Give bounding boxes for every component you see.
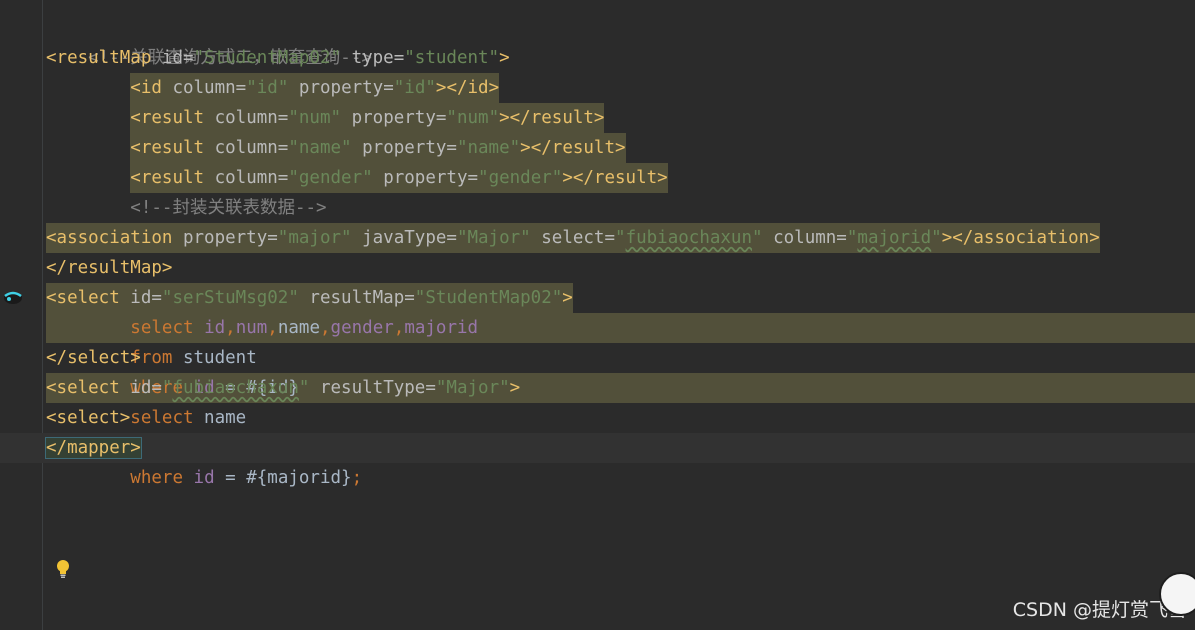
code-editor[interactable]: <!--关联查询方式二，嵌套查询--> <resultMap id="Stude… [0, 13, 1195, 488]
xml-value-reference[interactable]: majorid [857, 228, 931, 248]
code-line: where id = #{majorid}; [130, 468, 363, 488]
highlight-span: <association property="major" javaType="… [46, 223, 1100, 253]
highlight-span: <result column="num" property="num"></re… [130, 103, 605, 133]
highlight-span: <id column="id" property="id"></id> [130, 73, 500, 103]
highlight-span: <result column="gender" property="gender… [130, 163, 668, 193]
select-block: <select id="fubiaochaxun" resultType="Ma… [46, 373, 1195, 488]
highlight-span: <select id="serStuMsg02" resultMap="Stud… [46, 283, 573, 313]
code-line: <select id="serStuMsg02" resultMap="Stud… [46, 283, 1195, 313]
matched-tag: </mapper> [45, 437, 142, 459]
xml-tag: </select> [46, 348, 141, 368]
avatar [1159, 572, 1195, 616]
code-line: <resultMap id="StudentMap02" type="stude… [46, 43, 1195, 73]
lightbulb-icon[interactable] [56, 559, 70, 579]
xml-attr: id= [161, 48, 194, 68]
editor-gutter [0, 0, 43, 630]
xml-value-reference[interactable]: fubiaochaxun [626, 228, 752, 248]
code-line: <select id="fubiaochaxun" resultType="Ma… [46, 378, 521, 398]
xml-comment: <!--封装关联表数据--> [130, 198, 327, 218]
code-line: </resultMap> [46, 253, 1195, 283]
code-line: select id,num,name,gender,majorid [130, 318, 479, 338]
code-line: <result column="name" property="name"></… [46, 133, 1195, 163]
code-line: <association property="major" javaType="… [46, 223, 1195, 253]
xml-value: "StudentMap02" [193, 48, 342, 68]
xml-value: "student" [404, 48, 500, 68]
code-line: </select> [46, 343, 1195, 373]
code-line: <!--封装关联表数据--> [46, 193, 1195, 223]
debug-icon[interactable] [2, 288, 24, 306]
xml-attr: type= [351, 48, 405, 68]
highlight-span: <result column="name" property="name"></… [130, 133, 626, 163]
xml-tag: <resultMap [46, 48, 162, 68]
xml-tag: </resultMap> [46, 258, 173, 278]
code-line: <select> [46, 408, 131, 428]
code-line: <result column="num" property="num"></re… [46, 103, 1195, 133]
xml-tag: > [499, 48, 510, 68]
code-line: <!--关联查询方式二，嵌套查询--> [46, 13, 1195, 68]
sql-block: select id,num,name,gender,majorid from s… [46, 313, 1195, 398]
code-line-current: </mapper> [0, 433, 1195, 463]
xml-value-reference[interactable]: fubiaochaxun [172, 378, 298, 398]
code-line: <result column="gender" property="gender… [46, 163, 1195, 193]
code-line: <id column="id" property="id"></id> [46, 73, 1195, 103]
